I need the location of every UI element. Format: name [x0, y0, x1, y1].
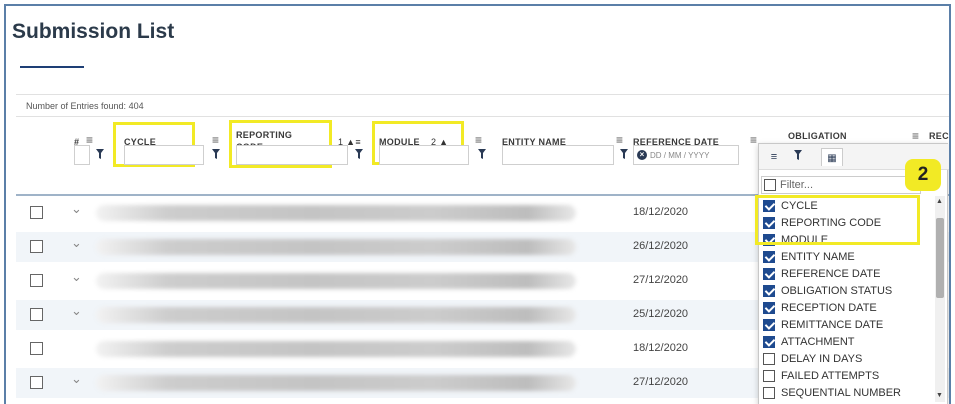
redacted-content [96, 307, 576, 323]
title-underline [20, 66, 84, 68]
filter-funnel-icon[interactable] [96, 149, 104, 159]
chooser-item-label: ENTITY NAME [781, 251, 855, 263]
reference-date-cell: 27/12/2020 [633, 274, 689, 286]
reference-date-filter[interactable]: × DD / MM / YYYY [633, 145, 739, 165]
column-checkbox[interactable] [763, 268, 775, 280]
date-placeholder: DD / MM / YYYY [650, 151, 710, 160]
chooser-item-label: SEQUENTIAL NUMBER [781, 387, 902, 399]
chooser-item-label: OBLIGATION STATUS [781, 285, 893, 297]
chooser-filter-placeholder: Filter... [780, 179, 814, 191]
highlight-chooser-items [755, 195, 920, 245]
cycle-filter-input[interactable] [124, 145, 204, 165]
chooser-item-label: FAILED ATTEMPTS [781, 370, 880, 382]
chevron-down-icon[interactable]: ⌄ [71, 303, 82, 319]
filter-funnel-icon [794, 148, 802, 160]
chevron-down-icon[interactable]: ⌄ [71, 201, 82, 217]
scrollbar-thumb[interactable] [936, 218, 944, 298]
app-frame: Submission List Number of Entries found:… [4, 4, 951, 404]
reference-date-cell: 27/12/2020 [633, 376, 689, 388]
filter-tab[interactable] [787, 148, 809, 166]
column-label-partial: REC [929, 131, 949, 141]
reference-date-cell: 25/12/2020 [633, 308, 689, 320]
columns-tab[interactable]: ▦ [821, 148, 843, 166]
filter-funnel-icon[interactable] [355, 149, 363, 159]
column-menu-icon[interactable]: ≡ [475, 133, 482, 147]
column-checkbox[interactable] [763, 285, 775, 297]
chevron-down-icon[interactable]: ⌄ [71, 371, 82, 387]
chevron-down-icon[interactable]: ⌄ [71, 269, 82, 285]
redacted-content [96, 205, 576, 221]
column-checkbox[interactable] [763, 387, 775, 399]
reporting-code-filter-input[interactable] [236, 145, 348, 165]
row-checkbox[interactable] [30, 308, 43, 321]
select-all-checkbox[interactable] [764, 179, 776, 191]
column-checkbox[interactable] [763, 336, 775, 348]
column-menu-icon[interactable]: ≡ [212, 133, 219, 147]
redacted-content [96, 375, 576, 391]
index-filter-checkbox[interactable] [74, 145, 90, 165]
entity-name-filter-input[interactable] [502, 145, 614, 165]
column-checkbox[interactable] [763, 302, 775, 314]
annotation-badge: 2 [905, 159, 941, 191]
redacted-content [96, 341, 576, 357]
chevron-down-icon[interactable]: ⌄ [71, 235, 82, 251]
column-menu-icon[interactable]: ≡ [616, 133, 623, 147]
chooser-item-label: RECEPTION DATE [781, 302, 877, 314]
chooser-item-label: ATTACHMENT [781, 336, 855, 348]
scroll-up-icon[interactable]: ▲ [936, 198, 943, 205]
chooser-item-label: REMITTANCE DATE [781, 319, 884, 331]
module-filter-input[interactable] [379, 145, 469, 165]
menu-icon[interactable]: ≡ [763, 148, 785, 166]
entries-count: 404 [128, 101, 144, 111]
column-checkbox[interactable] [763, 353, 775, 365]
row-checkbox[interactable] [30, 206, 43, 219]
column-checkbox[interactable] [763, 319, 775, 331]
row-checkbox[interactable] [30, 376, 43, 389]
redacted-content [96, 239, 576, 255]
column-checkbox[interactable] [763, 251, 775, 263]
chooser-scrollbar[interactable]: ▲ ▼ [935, 196, 945, 402]
column-menu-icon[interactable]: ≡ [750, 133, 757, 147]
row-checkbox[interactable] [30, 240, 43, 253]
page-title: Submission List [12, 20, 175, 43]
chooser-filter-input[interactable]: Filter... [761, 176, 921, 194]
chooser-item-label: DELAY IN DAYS [781, 353, 863, 365]
column-checkbox[interactable] [763, 370, 775, 382]
reference-date-cell: 26/12/2020 [633, 240, 689, 252]
row-checkbox[interactable] [30, 342, 43, 355]
scroll-down-icon[interactable]: ▼ [936, 392, 943, 399]
clear-icon[interactable]: × [637, 150, 647, 160]
row-checkbox[interactable] [30, 274, 43, 287]
filter-funnel-icon[interactable] [478, 149, 486, 159]
reference-date-cell: 18/12/2020 [633, 342, 689, 354]
entries-count-bar: Number of Entries found: 404 [16, 95, 949, 117]
column-menu-icon[interactable]: ≡ [912, 129, 919, 143]
reference-date-cell: 18/12/2020 [633, 206, 689, 218]
column-label-obligation: OBLIGATION [788, 131, 847, 141]
filter-funnel-icon[interactable] [620, 149, 628, 159]
chooser-item-label: REFERENCE DATE [781, 268, 881, 280]
filter-funnel-icon[interactable] [212, 149, 220, 159]
redacted-content [96, 273, 576, 289]
columns-icon: ▦ [827, 153, 837, 164]
entries-label: Number of Entries found: [26, 101, 127, 111]
